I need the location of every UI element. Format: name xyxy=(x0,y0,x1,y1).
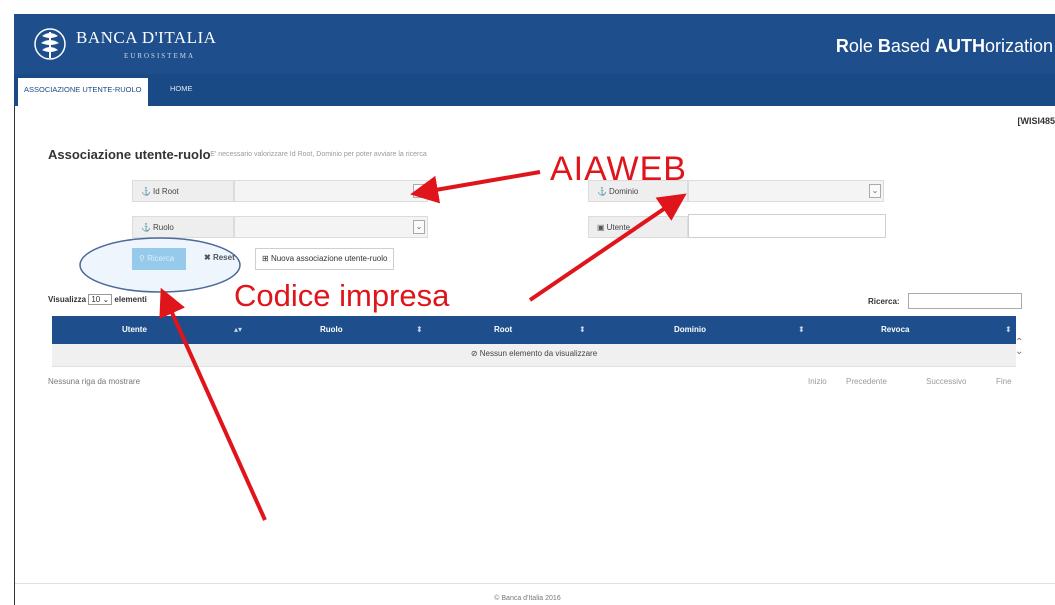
page-length-value: 10 xyxy=(91,295,101,304)
ricerca-button[interactable]: ⚲ Ricerca xyxy=(132,248,186,270)
sort-icon[interactable]: ⬍ xyxy=(1005,316,1012,344)
app-title-part: R xyxy=(835,36,849,56)
anchor-icon: ⚓ xyxy=(141,187,151,196)
app-title-part: AUTH xyxy=(934,36,985,56)
table-header: Utente ▴▾ Ruolo ⬍ Root ⬍ Dominio ⬍ Revoc… xyxy=(52,316,1016,344)
brand-name: BANCA D'ITALIA xyxy=(76,28,217,47)
empty-message-text: Nessun elemento da visualizzare xyxy=(479,349,598,358)
close-icon: ✖ xyxy=(204,253,213,262)
page-title: Associazione utente-ruolo xyxy=(48,147,211,162)
app-title-part: ased xyxy=(890,36,935,56)
utente-label: ▣ Utente xyxy=(588,216,688,238)
app-window: BANCA D'ITALIA EUROSISTEMA Role Based AU… xyxy=(0,0,1055,605)
pager-next[interactable]: Successivo xyxy=(926,377,966,386)
chevron-down-icon: ⌄ xyxy=(869,184,881,198)
id-root-label-text: Id Root xyxy=(152,187,179,196)
sort-icon[interactable]: ⬍ xyxy=(416,316,423,344)
column-ruolo[interactable]: Ruolo xyxy=(320,316,343,344)
sort-icon[interactable]: ▴▾ xyxy=(234,316,242,344)
anchor-icon: ⚓ xyxy=(141,223,151,232)
ruolo-label-text: Ruolo xyxy=(152,223,174,232)
search-icon: ⚲ xyxy=(139,254,148,263)
column-dominio[interactable]: Dominio xyxy=(674,316,706,344)
ban-icon: ⊘ xyxy=(470,349,480,358)
plus-square-icon: ⊞ xyxy=(262,254,271,263)
user-card-icon: ▣ xyxy=(597,223,605,232)
nuova-associazione-label: Nuova associazione utente-ruolo xyxy=(270,254,388,263)
pager-last[interactable]: Fine xyxy=(996,377,1012,386)
column-utente[interactable]: Utente xyxy=(122,316,147,344)
ruolo-select[interactable]: ⌄ xyxy=(234,216,428,238)
window-toggle[interactable] xyxy=(1017,0,1043,6)
annotation-codice-impresa: Codice impresa xyxy=(234,278,450,313)
chevron-down-icon: ⌄ xyxy=(413,220,425,234)
column-root[interactable]: Root xyxy=(494,316,512,344)
app-title: Role Based AUTHorization xyxy=(836,36,1053,57)
id-root-select[interactable]: ⌄ xyxy=(234,180,428,202)
pager-previous[interactable]: Precedente xyxy=(846,377,887,386)
table-search-label: Ricerca: xyxy=(868,297,900,306)
scroll-arrows-icon[interactable]: ⌃ ⌄ xyxy=(1015,338,1023,357)
tab-associazione-utente-ruolo[interactable]: ASSOCIAZIONE UTENTE-RUOLO xyxy=(18,78,148,106)
app-title-part: B xyxy=(877,36,891,56)
show-prefix: Visualizza xyxy=(48,295,87,304)
ruolo-label: ⚓ Ruolo xyxy=(132,216,234,238)
footer-copyright: © Banca d'Italia 2016 xyxy=(494,595,561,602)
header-bar: BANCA D'ITALIA EUROSISTEMA Role Based AU… xyxy=(14,14,1055,74)
empty-message: ⊘ Nessun elemento da visualizzare xyxy=(52,349,1016,358)
pager-first[interactable]: Inizio xyxy=(808,377,827,386)
nuova-associazione-button[interactable]: ⊞ Nuova associazione utente-ruolo xyxy=(255,248,395,270)
reset-button-label: Reset xyxy=(212,253,235,262)
chevron-down-icon: ⌄ xyxy=(413,184,425,198)
table-empty-row: ⊘ Nessun elemento da visualizzare xyxy=(52,344,1016,367)
annotation-aiaweb: AIAWEB xyxy=(550,150,687,188)
table-info: Nessuna riga da mostrare xyxy=(48,377,141,386)
nav-bar: ASSOCIAZIONE UTENTE-RUOLO HOME xyxy=(14,74,1055,106)
dominio-select[interactable]: ⌄ xyxy=(688,180,884,202)
user-code: [WISI485 xyxy=(1017,116,1055,126)
ricerca-button-label: Ricerca xyxy=(147,254,175,263)
app-title-part: orization xyxy=(984,36,1053,56)
id-root-label: ⚓ Id Root xyxy=(132,180,234,202)
show-suffix: elementi xyxy=(114,295,147,304)
reset-button[interactable]: ✖ Reset xyxy=(198,248,241,270)
sort-icon[interactable]: ⬍ xyxy=(798,316,805,344)
brand-subtitle: EUROSISTEMA xyxy=(124,52,196,60)
footer-divider xyxy=(15,583,1055,584)
column-revoca[interactable]: Revoca xyxy=(881,316,909,344)
bank-logo-icon xyxy=(34,28,66,60)
tab-home[interactable]: HOME xyxy=(164,74,199,106)
sort-icon[interactable]: ⬍ xyxy=(579,316,586,344)
utente-label-text: Utente xyxy=(606,223,631,232)
page-length-control: Visualizza 10 ⌄ elementi xyxy=(48,294,147,305)
table-search-input[interactable] xyxy=(908,293,1022,309)
page-hint: - E' necessario valorizzare Id Root, Dom… xyxy=(206,151,427,158)
app-title-part: ole xyxy=(848,36,878,56)
utente-input[interactable] xyxy=(688,214,886,238)
page-length-select[interactable]: 10 ⌄ xyxy=(88,294,113,305)
